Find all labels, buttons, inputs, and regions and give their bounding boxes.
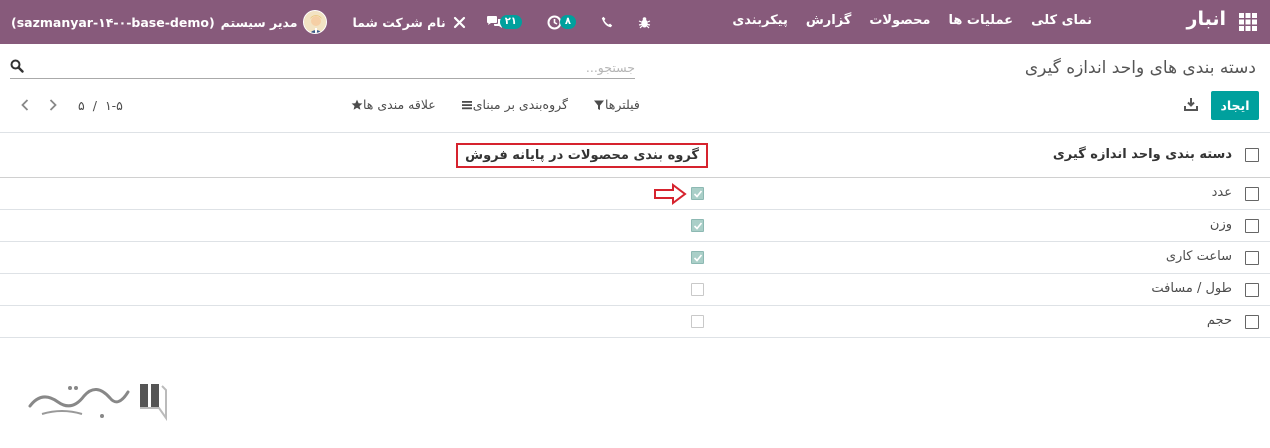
star-icon	[351, 99, 363, 110]
column-header-pos-group[interactable]: گروه بندی محصولات در پایانه فروش	[456, 143, 708, 168]
groupby-toggle[interactable]: گروه‌بندی بر مبنای	[458, 97, 568, 112]
row-name: حجم	[1206, 313, 1232, 328]
row-name: ساعت کاری	[1165, 249, 1232, 264]
main-menu: نمای کلی عملیات ها محصولات گزارش پیکربند…	[732, 13, 1092, 28]
row-select-checkbox[interactable]	[1245, 219, 1259, 233]
user-name[interactable]: مدیر سیستم	[221, 15, 298, 30]
search-input[interactable]	[35, 57, 635, 77]
pager-value[interactable]: ۱-۵	[105, 98, 123, 113]
check-icon	[693, 190, 703, 198]
pos-group-checkbox[interactable]	[691, 187, 704, 200]
apps-menu-icon[interactable]	[1238, 12, 1258, 32]
database-name: (sazmanyar-۱۴-۰-base-demo)	[11, 14, 215, 30]
column-header-name[interactable]: دسته بندی واحد اندازه گیری	[1053, 147, 1232, 162]
row-select-checkbox[interactable]	[1245, 315, 1259, 329]
table-body: عدد وزن ساعت کاری طول / مسافت حجم	[0, 178, 1270, 338]
pager-limit: ۵	[78, 97, 85, 113]
pager: ۵ / ۱-۵	[16, 96, 131, 114]
table-row[interactable]: عدد	[0, 178, 1270, 210]
activities-menu[interactable]: ۸	[547, 15, 577, 30]
create-button[interactable]: ایجاد	[1211, 91, 1259, 120]
row-name: طول / مسافت	[1151, 281, 1232, 296]
row-select-checkbox[interactable]	[1245, 187, 1259, 201]
filters-toggle[interactable]: فیلترها	[590, 97, 640, 112]
row-name: عدد	[1211, 185, 1232, 200]
table-row[interactable]: ساعت کاری	[0, 242, 1270, 274]
company-switch-icon[interactable]	[453, 16, 466, 29]
table-row[interactable]: حجم	[0, 306, 1270, 338]
check-icon	[693, 254, 703, 262]
page-title: دسته بندی های واحد اندازه گیری	[1024, 58, 1256, 78]
download-icon[interactable]	[1184, 97, 1198, 111]
pos-group-checkbox[interactable]	[691, 219, 704, 232]
pos-group-checkbox[interactable]	[691, 315, 704, 328]
search-icon[interactable]	[10, 59, 24, 73]
filters-label: فیلترها	[604, 97, 640, 112]
pager-previous-icon[interactable]	[16, 96, 34, 114]
groupby-label: گروه‌بندی بر مبنای	[472, 97, 568, 112]
search-options: فیلترها گروه‌بندی بر مبنای علاقه مندی ها	[348, 97, 640, 112]
uom-category-list: دسته بندی واحد اندازه گیری گروه بندی محص…	[0, 132, 1270, 338]
activities-count-badge: ۸	[559, 15, 577, 29]
pos-group-checkbox[interactable]	[691, 283, 704, 296]
app-brand[interactable]: انبار	[1187, 8, 1226, 30]
menu-reporting[interactable]: گزارش	[806, 13, 852, 28]
menu-products[interactable]: محصولات	[869, 13, 930, 28]
annotation-arrow-icon	[654, 183, 687, 205]
favorites-label: علاقه مندی ها	[363, 97, 436, 112]
bug-icon[interactable]	[638, 16, 651, 29]
search-bar	[10, 57, 635, 79]
menu-configuration[interactable]: پیکربندی	[732, 13, 787, 28]
check-icon	[693, 222, 703, 230]
systray: (sazmanyar-۱۴-۰-base-demo) مدیر سیستم نا…	[11, 0, 651, 44]
table-row[interactable]: وزن	[0, 210, 1270, 242]
favorites-toggle[interactable]: علاقه مندی ها	[348, 97, 436, 112]
pager-separator: /	[92, 97, 97, 113]
row-name: وزن	[1209, 217, 1232, 232]
logo-watermark	[28, 384, 167, 422]
menu-operations[interactable]: عملیات ها	[948, 13, 1013, 28]
top-navbar: انبار نمای کلی عملیات ها محصولات گزارش پ…	[0, 0, 1270, 44]
select-all-checkbox[interactable]	[1245, 148, 1259, 162]
row-select-checkbox[interactable]	[1245, 283, 1259, 297]
avatar[interactable]	[303, 10, 328, 34]
filter-icon	[593, 100, 604, 110]
row-select-checkbox[interactable]	[1245, 251, 1259, 265]
pos-group-checkbox[interactable]	[691, 251, 704, 264]
phone-icon[interactable]	[601, 16, 613, 28]
messages-menu[interactable]: ۲۱	[486, 15, 522, 29]
bars-icon	[461, 100, 472, 109]
table-row[interactable]: طول / مسافت	[0, 274, 1270, 306]
messages-count-badge: ۲۱	[499, 15, 522, 29]
pager-next-icon[interactable]	[44, 96, 62, 114]
company-name[interactable]: نام شرکت شما	[352, 15, 445, 30]
table-header: دسته بندی واحد اندازه گیری گروه بندی محص…	[0, 133, 1270, 178]
menu-overview[interactable]: نمای کلی	[1031, 13, 1092, 28]
